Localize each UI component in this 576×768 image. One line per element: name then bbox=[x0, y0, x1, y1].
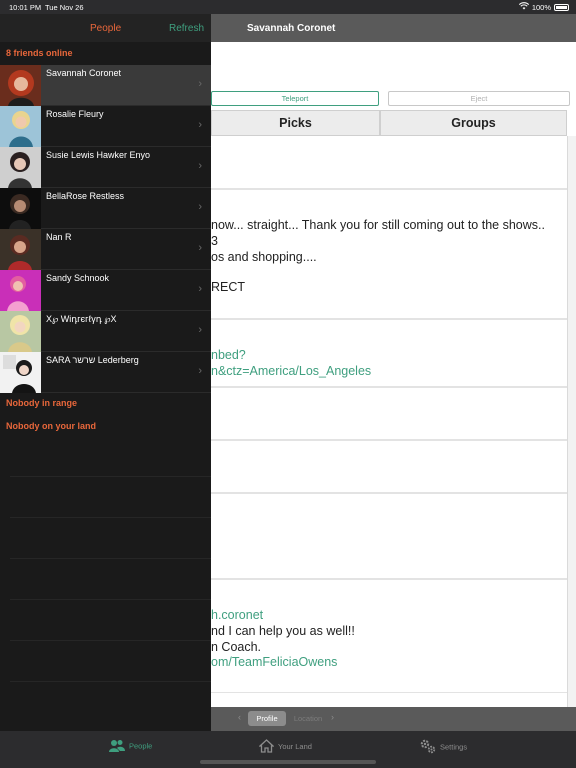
profile-detail: Teleport Eject Picks Groups now... strai… bbox=[211, 42, 576, 707]
home-indicator bbox=[200, 760, 376, 764]
chevron-right-icon: › bbox=[198, 365, 202, 377]
eject-button[interactable]: Eject bbox=[388, 91, 570, 106]
sidebar-title: People bbox=[90, 23, 122, 34]
chevron-right-icon: › bbox=[198, 283, 202, 295]
friend-row[interactable]: Rosalie Fleury › bbox=[0, 106, 211, 147]
chevron-right-icon: › bbox=[198, 242, 202, 254]
divider bbox=[10, 517, 211, 518]
tab-settings[interactable]: Settings bbox=[420, 739, 467, 756]
chevron-right-icon: › bbox=[198, 201, 202, 213]
home-icon bbox=[258, 739, 275, 755]
avatar bbox=[0, 106, 41, 147]
profile-bio-card: h.coronet nd I can help you as well!! n … bbox=[211, 579, 567, 693]
bio-text-line: n Coach. bbox=[211, 640, 262, 654]
nobody-on-land-label: Nobody on your land bbox=[6, 421, 96, 431]
profile-location-switch: ‹ Profile Location › bbox=[211, 707, 576, 731]
avatar bbox=[0, 352, 41, 393]
tab-picks[interactable]: Picks bbox=[211, 110, 380, 136]
avatar bbox=[0, 311, 41, 352]
friend-row[interactable]: Susie Lewis Hawker Enyo › bbox=[0, 147, 211, 188]
friend-name: Sandy Schnook bbox=[46, 273, 110, 283]
avatar bbox=[0, 147, 41, 188]
profile-card bbox=[211, 493, 567, 579]
friends-online-label: 8 friends online bbox=[6, 48, 73, 58]
friend-name: BellaRose Restless bbox=[46, 191, 125, 201]
about-text-line: os and shopping.... bbox=[211, 250, 317, 264]
tab-groups[interactable]: Groups bbox=[380, 110, 567, 136]
scroll-rail bbox=[567, 136, 576, 707]
sidebar-header: People Refresh bbox=[0, 14, 211, 42]
bio-text-line: nd I can help you as well!! bbox=[211, 624, 355, 638]
gears-icon bbox=[420, 739, 436, 756]
friend-row[interactable]: BellaRose Restless › bbox=[0, 188, 211, 229]
profile-links-card: nbed? n&ctz=America/Los_Angeles bbox=[211, 319, 567, 387]
friend-name: SARA שרשר Lederberg bbox=[46, 355, 139, 365]
chevron-right-icon: › bbox=[198, 119, 202, 131]
friend-name: Nan R bbox=[46, 232, 72, 242]
profile-card bbox=[211, 440, 567, 493]
wifi-icon bbox=[518, 2, 530, 12]
avatar bbox=[0, 188, 41, 229]
tab-people-label: People bbox=[129, 741, 153, 751]
avatar bbox=[0, 270, 41, 311]
tab-people[interactable]: People bbox=[109, 739, 152, 754]
avatar bbox=[0, 229, 41, 270]
chevron-right-icon: › bbox=[198, 78, 202, 90]
battery-icon bbox=[554, 4, 569, 11]
profile-link[interactable]: nbed? bbox=[211, 348, 246, 362]
about-text-line: 3 bbox=[211, 234, 218, 248]
chevron-right-icon: › bbox=[198, 324, 202, 336]
friend-name: X℘ Wiդгєгℓγդ ℘X bbox=[46, 314, 117, 324]
profile-about-card: now... straight... Thank you for still c… bbox=[211, 189, 567, 319]
refresh-button[interactable]: Refresh bbox=[169, 23, 204, 34]
bio-link[interactable]: h.coronet bbox=[211, 608, 263, 622]
friend-row[interactable]: X℘ Wiդгєгℓγդ ℘X › bbox=[0, 311, 211, 352]
friend-row[interactable]: Nan R › bbox=[0, 229, 211, 270]
friend-name: Savannah Coronet bbox=[46, 68, 122, 78]
divider bbox=[10, 681, 211, 682]
friend-name: Rosalie Fleury bbox=[46, 109, 104, 119]
friend-row[interactable]: Sandy Schnook › bbox=[0, 270, 211, 311]
avatar bbox=[0, 65, 41, 106]
friend-row[interactable]: Savannah Coronet › bbox=[0, 65, 211, 106]
divider bbox=[10, 640, 211, 641]
divider bbox=[10, 476, 211, 477]
page-title: Savannah Coronet bbox=[247, 23, 336, 34]
bio-link[interactable]: om/TeamFeliciaOwens bbox=[211, 655, 337, 669]
battery-percent: 100% bbox=[531, 3, 551, 12]
tab-your-land[interactable]: Your Land bbox=[258, 739, 312, 755]
teleport-button[interactable]: Teleport bbox=[211, 91, 379, 106]
chevron-right-icon: › bbox=[198, 160, 202, 172]
people-icon bbox=[109, 739, 125, 754]
about-text-line: now... straight... Thank you for still c… bbox=[211, 218, 545, 232]
divider bbox=[10, 599, 211, 600]
profile-link[interactable]: n&ctz=America/Los_Angeles bbox=[211, 364, 371, 378]
people-sidebar: People Refresh 8 friends online Savannah… bbox=[0, 14, 211, 731]
tab-settings-label: Settings bbox=[440, 742, 468, 752]
status-time: 10:01 PM bbox=[9, 3, 42, 12]
profile-card bbox=[211, 387, 567, 440]
status-date: Tue Nov 26 bbox=[45, 3, 84, 12]
divider bbox=[10, 558, 211, 559]
chevron-left-icon[interactable]: ‹ bbox=[238, 712, 241, 722]
chevron-right-icon[interactable]: › bbox=[331, 712, 334, 722]
tab-location[interactable]: Location bbox=[288, 711, 328, 726]
nobody-in-range-label: Nobody in range bbox=[6, 398, 78, 408]
tab-your-land-label: Your Land bbox=[278, 741, 312, 751]
status-bar: 10:01 PM Tue Nov 26 100% bbox=[0, 0, 576, 14]
friend-row[interactable]: SARA שרשר Lederberg › bbox=[0, 352, 211, 393]
tab-profile[interactable]: Profile bbox=[248, 711, 286, 726]
profile-card bbox=[211, 136, 567, 189]
friend-name: Susie Lewis Hawker Enyo bbox=[46, 150, 151, 160]
about-text-line: RECT bbox=[211, 280, 246, 294]
